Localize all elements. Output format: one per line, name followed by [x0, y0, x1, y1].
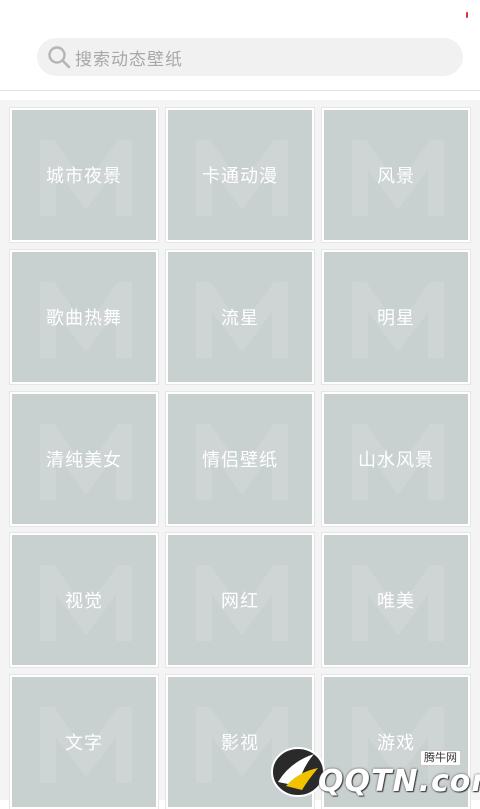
- category-label: 明星: [377, 308, 415, 329]
- category-label: 清纯美女: [46, 450, 122, 471]
- category-label: 歌曲热舞: [46, 308, 122, 329]
- category-label: 文字: [65, 733, 103, 754]
- category-label: 风景: [377, 166, 415, 187]
- search-bar[interactable]: 搜索动态壁纸: [37, 38, 463, 76]
- category-tile[interactable]: 文字: [10, 675, 158, 809]
- category-tile[interactable]: 唯美: [322, 533, 470, 667]
- category-label: 城市夜景: [46, 166, 122, 187]
- category-label: 网红: [221, 591, 259, 612]
- category-tile[interactable]: 流星: [166, 250, 314, 384]
- category-label: 情侣壁纸: [202, 450, 278, 471]
- category-tile[interactable]: 视觉: [10, 533, 158, 667]
- category-tile[interactable]: 风景: [322, 108, 470, 242]
- category-label: 视觉: [65, 591, 103, 612]
- category-tile[interactable]: 清纯美女: [10, 392, 158, 526]
- category-tile[interactable]: 歌曲热舞: [10, 250, 158, 384]
- site-domain: QQTN.com: [318, 764, 480, 799]
- category-tile[interactable]: 明星: [322, 250, 470, 384]
- category-tile[interactable]: 网红: [166, 533, 314, 667]
- category-tile[interactable]: 城市夜景: [10, 108, 158, 242]
- category-grid: 城市夜景 卡通动漫 风景 歌曲热舞 流星 明星 清纯美女 情侣壁纸 山水风景 视…: [0, 100, 480, 809]
- status-indicator: [466, 12, 468, 18]
- category-label: 山水风景: [358, 450, 434, 471]
- search-icon: [47, 45, 71, 69]
- category-label: 唯美: [377, 591, 415, 612]
- category-tile[interactable]: 情侣壁纸: [166, 392, 314, 526]
- search-placeholder[interactable]: 搜索动态壁纸: [75, 45, 183, 70]
- category-label: 流星: [221, 308, 259, 329]
- category-label: 卡通动漫: [202, 166, 278, 187]
- category-tile[interactable]: 山水风景: [322, 392, 470, 526]
- category-tile[interactable]: 卡通动漫: [166, 108, 314, 242]
- header-divider: [0, 90, 480, 91]
- site-watermark: 腾牛网 QQTN.com: [268, 740, 480, 800]
